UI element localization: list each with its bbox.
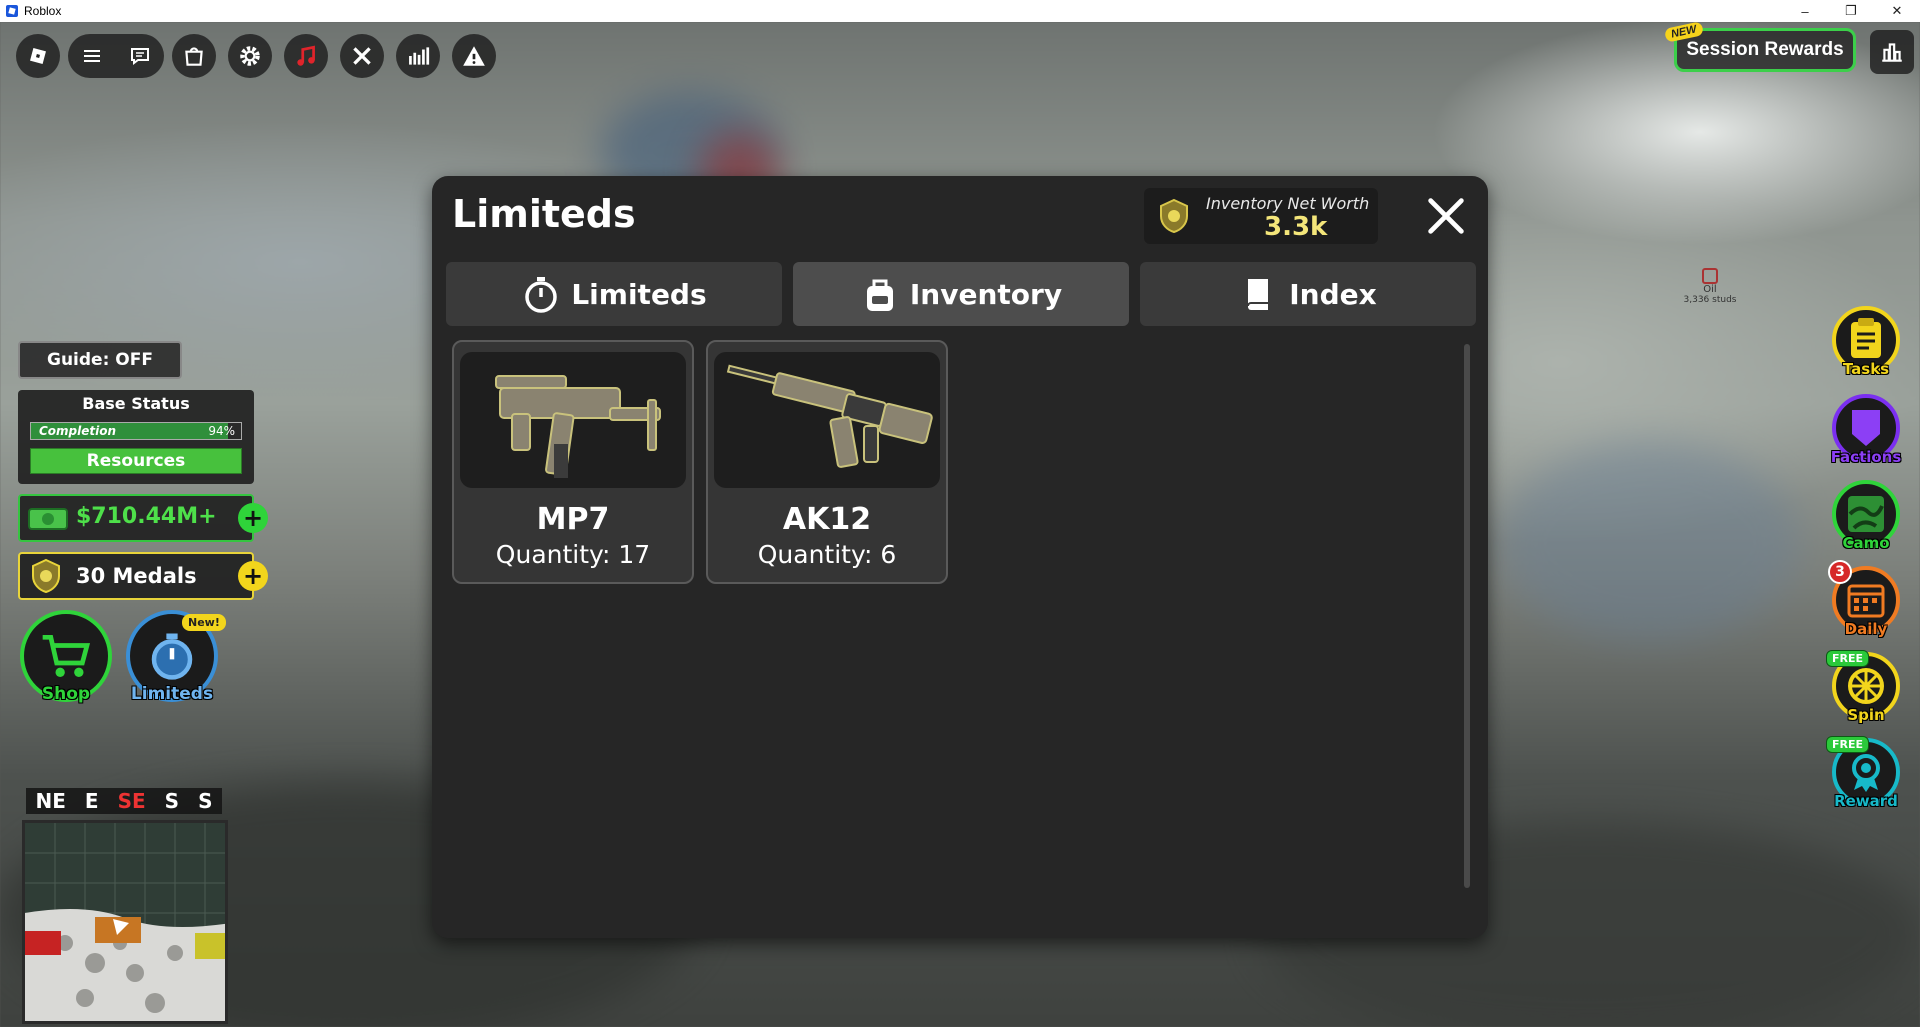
window-title: Roblox bbox=[24, 4, 62, 18]
medals-value: 30 Medals bbox=[76, 564, 197, 588]
session-rewards-label: Session Rewards bbox=[1686, 39, 1844, 60]
close-icon bbox=[1428, 198, 1464, 234]
base-status-panel: Base Status Completion 94% Resources bbox=[18, 390, 254, 484]
compass-se: SE bbox=[117, 789, 146, 813]
reward-free-tag: FREE bbox=[1826, 736, 1870, 753]
shopping-cart-icon bbox=[42, 635, 91, 677]
tab-inventory[interactable]: Inventory bbox=[793, 262, 1129, 326]
add-medals-button[interactable]: + bbox=[238, 561, 268, 591]
cash-icon bbox=[28, 508, 68, 530]
shop-label: Shop bbox=[41, 684, 91, 704]
stopwatch-icon bbox=[151, 633, 193, 680]
book-icon bbox=[1247, 279, 1269, 310]
oil-barrel-icon bbox=[1702, 268, 1718, 284]
tools-button[interactable] bbox=[340, 34, 384, 78]
ak12-image bbox=[714, 352, 940, 488]
compass-bar: NE E SE S S bbox=[26, 788, 222, 814]
wrench-screwdriver-icon bbox=[353, 47, 371, 65]
report-button[interactable] bbox=[452, 34, 496, 78]
close-window-button[interactable]: ✕ bbox=[1874, 0, 1920, 22]
smg-weapon-icon bbox=[495, 375, 661, 478]
reward-label: Reward bbox=[1834, 792, 1898, 810]
item-card-ak12[interactable]: AK12 Quantity: 6 bbox=[706, 340, 948, 584]
limiteds-modal: Limiteds Inventory Net Worth 3.3k Limite… bbox=[432, 176, 1488, 938]
inventory-scrollbar[interactable] bbox=[1464, 344, 1470, 888]
window-titlebar: Roblox – ❐ ✕ bbox=[0, 0, 1920, 22]
camo-label: Camo bbox=[1842, 534, 1890, 552]
modal-title: Limiteds bbox=[452, 192, 636, 236]
daily-label: Daily bbox=[1844, 620, 1888, 638]
spin-label: Spin bbox=[1847, 706, 1885, 724]
mp7-image bbox=[460, 352, 686, 488]
stats-button[interactable] bbox=[396, 34, 440, 78]
factions-label: Factions bbox=[1830, 448, 1902, 466]
session-rewards-button[interactable]: NEW Session Rewards bbox=[1663, 21, 1856, 72]
item-quantity: Quantity: 6 bbox=[757, 540, 897, 569]
networth-value: 3.3k bbox=[1264, 212, 1328, 242]
oil-label: Oil bbox=[1703, 284, 1717, 295]
tasks-label: Tasks bbox=[1842, 360, 1890, 378]
bar-chart-icon bbox=[409, 47, 430, 65]
close-modal-button[interactable] bbox=[1422, 192, 1470, 240]
music-note-icon bbox=[297, 45, 315, 66]
oil-waypoint: Oil 3,336 studs bbox=[1680, 268, 1740, 305]
medal-badge-icon bbox=[1160, 198, 1188, 234]
gear-icon bbox=[240, 46, 260, 66]
limiteds-label: Limiteds bbox=[130, 684, 214, 704]
compass-e: E bbox=[84, 789, 99, 813]
backpack-button[interactable] bbox=[172, 34, 216, 78]
leaderboard-icon bbox=[1882, 43, 1902, 62]
music-button[interactable] bbox=[284, 34, 328, 78]
base-status-title: Base Status bbox=[82, 394, 190, 413]
menu-chat-group bbox=[68, 34, 164, 78]
chat-icon[interactable] bbox=[128, 44, 152, 68]
spin-free-tag: FREE bbox=[1826, 650, 1870, 667]
tab-limiteds[interactable]: Limiteds bbox=[446, 262, 782, 326]
minimap-terrain bbox=[25, 823, 225, 1021]
add-money-button[interactable]: + bbox=[238, 503, 268, 533]
compass-ne: NE bbox=[35, 789, 66, 813]
minimize-button[interactable]: – bbox=[1782, 0, 1828, 22]
daily-notification-badge: 3 bbox=[1828, 560, 1852, 584]
inventory-networth-panel: Inventory Net Worth 3.3k bbox=[1144, 188, 1378, 244]
stopwatch-icon bbox=[525, 277, 558, 313]
oil-distance: 3,336 studs bbox=[1683, 295, 1737, 305]
networth-label: Inventory Net Worth bbox=[1206, 194, 1370, 213]
compass-s2: S bbox=[198, 789, 213, 813]
resources-button[interactable]: Resources bbox=[30, 448, 242, 474]
hamburger-menu-icon[interactable] bbox=[80, 44, 104, 68]
restore-button[interactable]: ❐ bbox=[1828, 0, 1874, 22]
money-value: $710.44M+ bbox=[76, 504, 217, 529]
medal-icon bbox=[32, 558, 60, 594]
guide-toggle-button[interactable]: Guide: OFF bbox=[18, 341, 182, 379]
tab-label: Inventory bbox=[909, 277, 1063, 311]
item-name: AK12 bbox=[782, 502, 872, 537]
warning-triangle-icon bbox=[463, 46, 485, 66]
roblox-app-icon bbox=[6, 5, 18, 17]
limiteds-new-tag: New! bbox=[182, 614, 226, 631]
minimap[interactable] bbox=[22, 820, 228, 1024]
compass-s: S bbox=[164, 789, 180, 813]
completion-percent: 94% bbox=[208, 424, 235, 438]
shopping-bag-icon bbox=[185, 47, 203, 66]
roblox-menu-button[interactable] bbox=[16, 34, 60, 78]
medals-display: 30 Medals bbox=[18, 552, 254, 600]
item-name: MP7 bbox=[536, 502, 610, 537]
rifle-weapon-icon bbox=[726, 364, 933, 468]
tab-label: Index bbox=[1289, 277, 1377, 311]
roblox-logo-icon bbox=[30, 48, 46, 64]
tab-index[interactable]: Index bbox=[1140, 262, 1476, 326]
item-quantity: Quantity: 17 bbox=[495, 540, 651, 569]
backpack-icon bbox=[866, 279, 893, 311]
item-card-mp7[interactable]: MP7 Quantity: 17 bbox=[452, 340, 694, 584]
completion-label: Completion bbox=[39, 424, 117, 438]
money-display: $710.44M+ bbox=[18, 494, 254, 542]
leaderboard-button[interactable] bbox=[1870, 30, 1914, 74]
completion-bar: Completion 94% bbox=[30, 422, 242, 440]
settings-button[interactable] bbox=[228, 34, 272, 78]
tab-label: Limiteds bbox=[571, 277, 707, 311]
